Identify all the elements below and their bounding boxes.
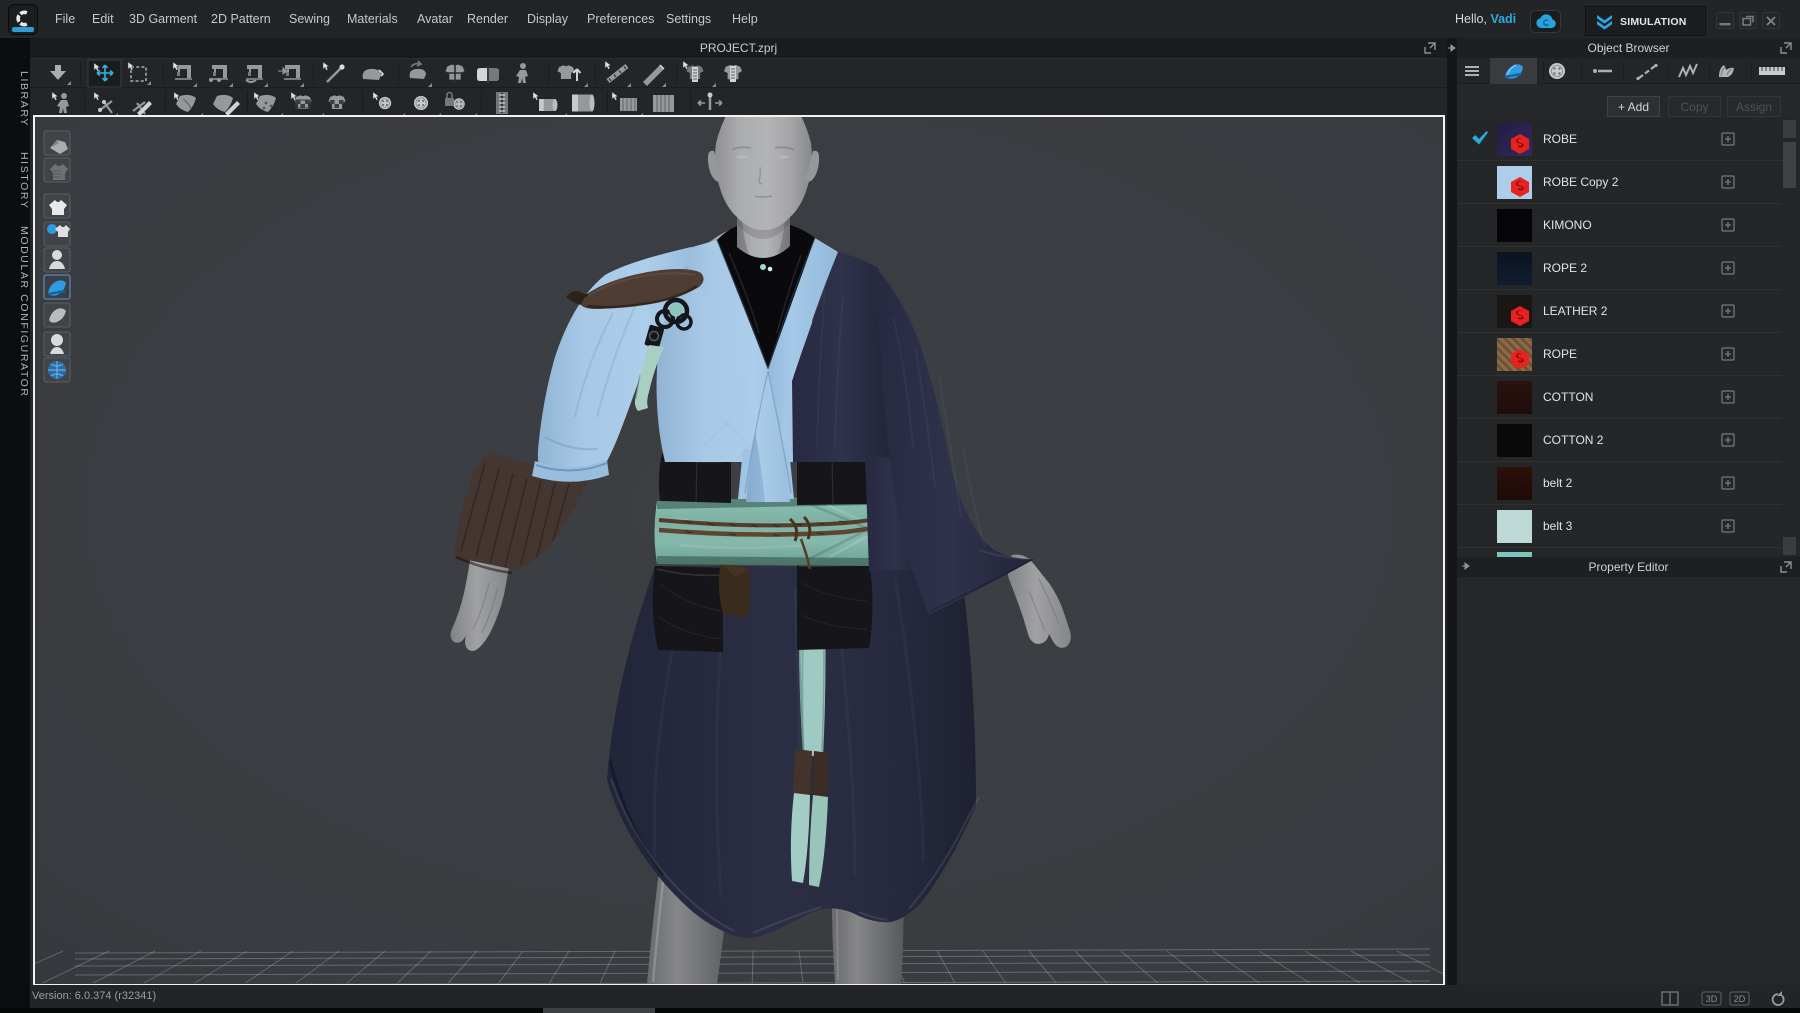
svg-text:2D: 2D bbox=[1734, 994, 1746, 1004]
svg-text:3D: 3D bbox=[1706, 994, 1718, 1004]
